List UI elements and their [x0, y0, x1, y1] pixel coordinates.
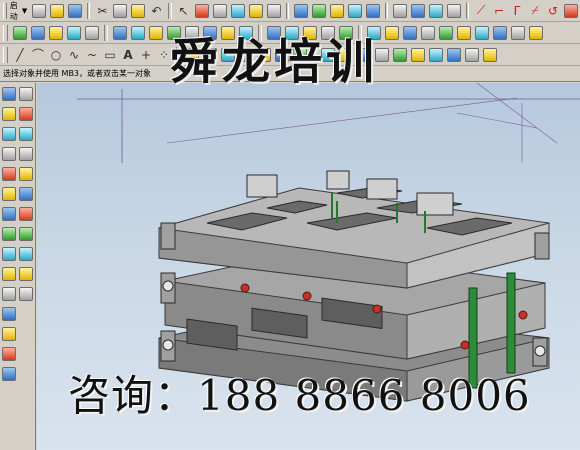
copy-icon[interactable]: [113, 3, 128, 18]
paste-icon[interactable]: [131, 3, 146, 18]
face-icon[interactable]: [2, 107, 16, 121]
sketch-icon[interactable]: [2, 87, 16, 101]
replace-face-icon[interactable]: [2, 267, 16, 281]
render-icon[interactable]: [428, 3, 443, 18]
constraint-icon[interactable]: [49, 25, 63, 40]
resize-face-icon[interactable]: [2, 327, 16, 341]
toolbar-grip[interactable]: [3, 46, 8, 63]
mirror-icon[interactable]: [410, 3, 425, 18]
vertex-icon[interactable]: [19, 147, 33, 161]
new-file-icon[interactable]: [32, 3, 47, 18]
line-icon[interactable]: ╱: [13, 48, 27, 62]
delete-face-icon[interactable]: [2, 287, 16, 301]
sew-icon[interactable]: [493, 25, 507, 40]
seed-icon[interactable]: [2, 227, 16, 241]
section-icon[interactable]: [429, 47, 443, 62]
swoop-icon[interactable]: [465, 47, 479, 62]
intersection-icon[interactable]: [19, 207, 33, 221]
edge-icon[interactable]: [2, 147, 16, 161]
cone-icon[interactable]: [149, 25, 163, 40]
point-icon[interactable]: +: [139, 48, 153, 62]
toolbar-grip[interactable]: [3, 2, 7, 19]
adjacent-icon[interactable]: [19, 167, 33, 181]
polyline-icon[interactable]: ~: [85, 48, 99, 62]
corner-icon[interactable]: Γ: [510, 4, 524, 18]
left-toolbar: [0, 83, 36, 450]
text-icon[interactable]: A: [121, 48, 135, 62]
ruled-icon[interactable]: [447, 47, 461, 62]
body-icon[interactable]: [2, 127, 16, 141]
toolbar-grip[interactable]: [3, 24, 8, 41]
patch-icon[interactable]: [511, 25, 525, 40]
rectangle-icon[interactable]: ▭: [103, 48, 117, 62]
rotate-view-icon[interactable]: [347, 3, 362, 18]
wrap-icon[interactable]: [19, 287, 33, 301]
assembly-icon[interactable]: [13, 25, 27, 40]
wave-link-icon[interactable]: [85, 25, 99, 40]
pin-icon[interactable]: [19, 107, 33, 121]
toolbar-row-1: 启动 ▼ ✂ ↶ ↖ ⟋ ⌐ Γ ⌿ ↺: [0, 0, 580, 22]
select-icon[interactable]: ↖: [177, 4, 191, 18]
spline-icon[interactable]: ∿: [67, 48, 81, 62]
extension-icon[interactable]: [393, 47, 407, 62]
chevron-down-icon[interactable]: ▼: [22, 7, 27, 15]
start-menu-button[interactable]: 启动: [10, 0, 19, 22]
projection-icon[interactable]: [19, 187, 33, 201]
mirror-body-icon[interactable]: [475, 25, 489, 40]
view-fit-icon[interactable]: [230, 3, 245, 18]
sphere-icon[interactable]: [329, 3, 344, 18]
loop-icon[interactable]: [19, 127, 33, 141]
open-folder-icon[interactable]: [50, 3, 65, 18]
join-icon[interactable]: [19, 267, 33, 281]
law-extension-icon[interactable]: [411, 47, 425, 62]
explode-icon[interactable]: [67, 25, 81, 40]
tangent-icon[interactable]: [2, 207, 16, 221]
point-set-icon[interactable]: ⁘: [157, 48, 171, 62]
combine-icon[interactable]: [19, 227, 33, 241]
save-icon[interactable]: [68, 3, 83, 18]
trim-icon[interactable]: ⌐: [492, 4, 506, 18]
block-icon[interactable]: [113, 25, 127, 40]
region-icon[interactable]: [2, 187, 16, 201]
move-face-icon[interactable]: [2, 307, 16, 321]
bridge-icon[interactable]: [563, 3, 578, 18]
arc-icon[interactable]: ⌒: [31, 46, 45, 63]
fillet-icon[interactable]: ↺: [546, 4, 560, 18]
n-sided-icon[interactable]: [483, 47, 497, 62]
layer-icon[interactable]: [293, 3, 308, 18]
offset-region-icon[interactable]: [2, 247, 16, 261]
trim-body-icon[interactable]: [421, 25, 435, 40]
circle-icon[interactable]: ○: [49, 48, 63, 62]
watermark-contact: 咨询：188 8866 8006: [68, 371, 531, 420]
wireframe-icon[interactable]: [266, 3, 281, 18]
split-body-icon[interactable]: [439, 25, 453, 40]
cut-icon[interactable]: ✂: [95, 4, 109, 18]
snap-icon[interactable]: [19, 87, 33, 101]
snap-point-icon[interactable]: [212, 3, 227, 18]
curve-icon[interactable]: [392, 3, 407, 18]
undo-icon[interactable]: ↶: [149, 4, 163, 18]
color-icon[interactable]: [311, 3, 326, 18]
offset-face-icon[interactable]: [529, 25, 543, 40]
analysis-icon[interactable]: [365, 3, 380, 18]
cylinder-icon[interactable]: [131, 25, 145, 40]
shade-icon[interactable]: [248, 3, 263, 18]
pattern-face-icon[interactable]: [2, 367, 16, 381]
watermark-title: 舜龙培训: [170, 34, 379, 90]
instance-icon[interactable]: [457, 25, 471, 40]
edit-object-icon[interactable]: [194, 3, 209, 18]
draft-icon[interactable]: [403, 25, 417, 40]
chamfer-icon[interactable]: [385, 25, 399, 40]
bridge-curve-icon[interactable]: [19, 247, 33, 261]
feature-icon[interactable]: [2, 167, 16, 181]
measure-icon[interactable]: [446, 3, 461, 18]
offset-icon[interactable]: ⌿: [528, 3, 542, 18]
pull-face-icon[interactable]: [2, 347, 16, 361]
prompt-text: 选择对象并使用 MB3，或者双击某一对象: [3, 69, 152, 78]
component-icon[interactable]: [31, 25, 45, 40]
line-tool-icon[interactable]: ⟋: [474, 3, 488, 18]
